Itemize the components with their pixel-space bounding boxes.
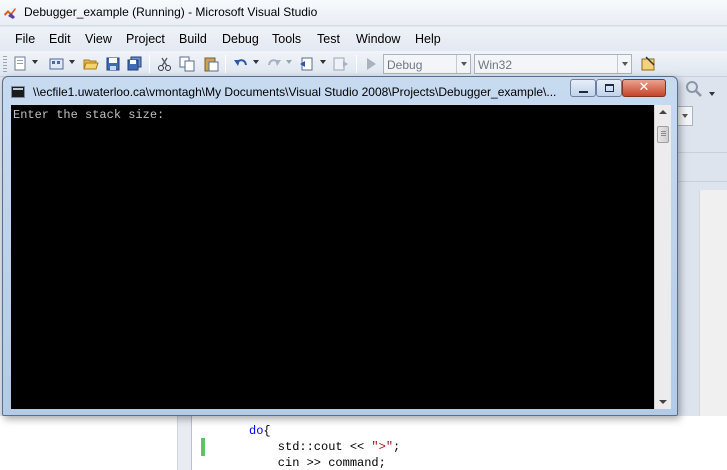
console-window[interactable]: \\ecfile1.uwaterloo.ca\vmontagh\My Docum… (2, 76, 678, 416)
navigate-backward-icon[interactable] (299, 56, 315, 72)
save-all-icon[interactable] (127, 56, 143, 72)
console-title-bar[interactable]: \\ecfile1.uwaterloo.ca\vmontagh\My Docum… (3, 77, 677, 105)
add-new-item-icon[interactable] (13, 56, 29, 72)
code-line: do{ (249, 424, 271, 438)
close-icon: ✕ (638, 80, 650, 95)
editor-indicator-margin (178, 416, 192, 470)
menu-view[interactable]: View (85, 32, 112, 46)
add-item-dropdown-icon[interactable] (69, 60, 75, 64)
vs-title-bar: Debugger_example (Running) - Microsoft V… (0, 0, 727, 26)
standard-toolbar: Debug Win32 (0, 51, 727, 77)
console-output-text: Enter the stack size: (13, 108, 165, 122)
redo-dropdown-icon[interactable] (286, 60, 292, 64)
solution-platform-value: Win32 (478, 58, 513, 72)
navigate-backward-dropdown-icon[interactable] (320, 60, 326, 64)
solution-configuration-value: Debug (387, 58, 423, 72)
code-line: std::cout << ">"; (249, 440, 401, 454)
solution-configuration-dropdown-icon[interactable] (456, 55, 470, 73)
editor-side-panel (0, 416, 178, 470)
paste-icon[interactable] (203, 56, 219, 72)
code-line: cin >> command; (249, 456, 386, 470)
scroll-up-icon[interactable] (659, 110, 667, 114)
undo-icon[interactable] (233, 56, 249, 72)
menu-build[interactable]: Build (179, 32, 207, 46)
solution-platform-dropdown-icon[interactable] (617, 55, 631, 73)
toolbar-grip[interactable] (3, 56, 7, 72)
toolbar-separator (356, 55, 357, 73)
code-string: ">" (371, 440, 394, 454)
menu-bar: File Edit View Project Build Debug Tools… (0, 27, 727, 51)
menu-file[interactable]: File (15, 32, 35, 46)
minimize-icon (579, 91, 588, 93)
solution-platform-select[interactable]: Win32 (474, 54, 632, 74)
search-icon[interactable] (685, 80, 703, 98)
console-window-title: \\ecfile1.uwaterloo.ca\vmontagh\My Docum… (33, 85, 557, 99)
ide-divider (677, 181, 727, 182)
ide-divider (677, 152, 727, 153)
close-button[interactable]: ✕ (622, 79, 666, 97)
console-app-icon (11, 86, 25, 98)
minimize-button[interactable] (570, 79, 596, 97)
copy-icon[interactable] (179, 56, 195, 72)
console-vertical-scrollbar[interactable] (654, 105, 671, 409)
toolbar-separator (225, 55, 226, 73)
maximize-button[interactable] (596, 79, 622, 97)
solution-configuration-select[interactable]: Debug (383, 54, 471, 74)
menu-edit[interactable]: Edit (49, 32, 71, 46)
scroll-down-icon[interactable] (659, 400, 667, 404)
menu-project[interactable]: Project (126, 32, 165, 46)
cut-icon[interactable] (157, 56, 173, 72)
save-icon[interactable] (105, 56, 121, 72)
maximize-icon (605, 84, 614, 92)
navigate-forward-icon[interactable] (333, 56, 349, 72)
menu-help[interactable]: Help (415, 32, 441, 46)
vs-window-title: Debugger_example (Running) - Microsoft V… (24, 5, 318, 19)
undo-dropdown-icon[interactable] (253, 60, 259, 64)
add-item-icon[interactable] (49, 56, 65, 72)
menu-tools[interactable]: Tools (272, 32, 301, 46)
search-dropdown-icon[interactable] (709, 92, 715, 96)
menu-test[interactable]: Test (317, 32, 340, 46)
code-keyword: do (249, 424, 264, 438)
add-new-item-dropdown-icon[interactable] (32, 60, 38, 64)
redo-icon[interactable] (266, 56, 282, 72)
toolbar-separator (149, 55, 150, 73)
change-tracking-bar (201, 438, 205, 456)
find-in-files-icon[interactable] (640, 56, 656, 72)
visual-studio-logo-icon (4, 8, 16, 19)
menu-window[interactable]: Window (356, 32, 400, 46)
menu-debug[interactable]: Debug (222, 32, 259, 46)
ide-members-dropdown[interactable] (677, 106, 693, 126)
console-output-area[interactable]: Enter the stack size: (11, 105, 654, 409)
start-debugging-icon[interactable] (363, 56, 379, 72)
scrollbar-thumb[interactable] (657, 126, 669, 143)
open-folder-icon[interactable] (83, 56, 99, 72)
